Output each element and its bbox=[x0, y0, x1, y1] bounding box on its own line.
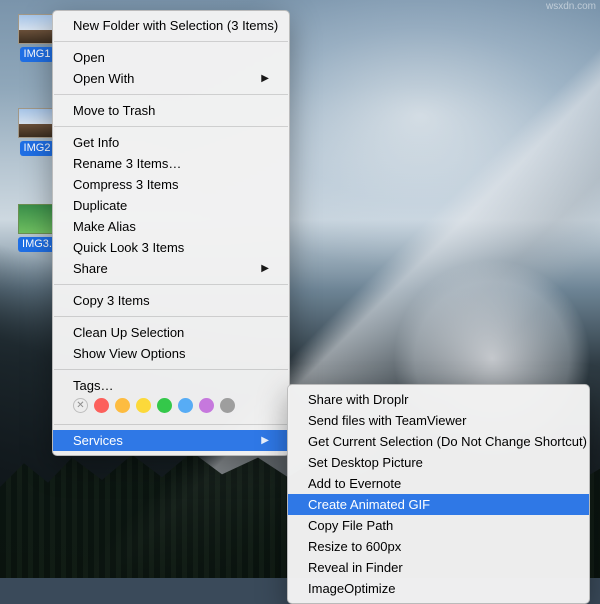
menu-item-label: Compress 3 Items bbox=[73, 176, 178, 193]
menu-compress[interactable]: Compress 3 Items bbox=[53, 174, 289, 195]
tag-purple[interactable] bbox=[199, 398, 214, 413]
chevron-right-icon: ▶ bbox=[261, 436, 269, 446]
menu-move-to-trash[interactable]: Move to Trash bbox=[53, 100, 289, 121]
menu-item-label: Add to Evernote bbox=[308, 475, 401, 492]
menu-rename[interactable]: Rename 3 Items… bbox=[53, 153, 289, 174]
menu-item-label: Move to Trash bbox=[73, 102, 155, 119]
menu-item-label: Clean Up Selection bbox=[73, 324, 184, 341]
tag-yellow[interactable] bbox=[136, 398, 151, 413]
menu-separator bbox=[54, 284, 288, 285]
menu-quick-look[interactable]: Quick Look 3 Items bbox=[53, 237, 289, 258]
tags-color-row: ✕ bbox=[53, 396, 289, 419]
menu-separator bbox=[54, 369, 288, 370]
menu-separator bbox=[54, 316, 288, 317]
menu-item-label: New Folder with Selection (3 Items) bbox=[73, 17, 278, 34]
services-share-droplr[interactable]: Share with Droplr bbox=[288, 389, 589, 410]
services-create-animated-gif[interactable]: Create Animated GIF bbox=[288, 494, 589, 515]
menu-separator bbox=[54, 126, 288, 127]
menu-item-label: Quick Look 3 Items bbox=[73, 239, 184, 256]
context-menu: New Folder with Selection (3 Items) Open… bbox=[52, 10, 290, 456]
menu-make-alias[interactable]: Make Alias bbox=[53, 216, 289, 237]
menu-item-label: Duplicate bbox=[73, 197, 127, 214]
menu-open[interactable]: Open bbox=[53, 47, 289, 68]
menu-item-label: Copy 3 Items bbox=[73, 292, 150, 309]
menu-item-label: Show View Options bbox=[73, 345, 186, 362]
file-label: IMG1 bbox=[20, 47, 55, 62]
services-send-teamviewer[interactable]: Send files with TeamViewer bbox=[288, 410, 589, 431]
menu-item-label: Resize to 600px bbox=[308, 538, 401, 555]
tag-gray[interactable] bbox=[220, 398, 235, 413]
services-copy-file-path[interactable]: Copy File Path bbox=[288, 515, 589, 536]
menu-item-label: Services bbox=[73, 432, 123, 449]
menu-show-view-options[interactable]: Show View Options bbox=[53, 343, 289, 364]
file-label: IMG3. bbox=[18, 237, 56, 252]
menu-item-label: Tags… bbox=[73, 377, 113, 394]
menu-tags[interactable]: Tags… bbox=[53, 375, 289, 396]
menu-item-label: Reveal in Finder bbox=[308, 559, 403, 576]
menu-item-label: Get Current Selection (Do Not Change Sho… bbox=[308, 433, 587, 450]
services-submenu: Share with Droplr Send files with TeamVi… bbox=[287, 384, 590, 604]
menu-item-label: Get Info bbox=[73, 134, 119, 151]
menu-item-label: Open bbox=[73, 49, 105, 66]
services-set-desktop-picture[interactable]: Set Desktop Picture bbox=[288, 452, 589, 473]
file-thumbnail bbox=[18, 14, 56, 44]
menu-item-label: Create Animated GIF bbox=[308, 496, 430, 513]
file-label: IMG2 bbox=[20, 141, 55, 156]
services-get-current-selection[interactable]: Get Current Selection (Do Not Change Sho… bbox=[288, 431, 589, 452]
menu-item-label: Make Alias bbox=[73, 218, 136, 235]
x-icon: ✕ bbox=[76, 401, 84, 411]
chevron-right-icon: ▶ bbox=[261, 74, 269, 84]
file-thumbnail bbox=[18, 204, 56, 234]
desktop-file-2[interactable]: IMG2 bbox=[18, 108, 56, 159]
menu-get-info[interactable]: Get Info bbox=[53, 132, 289, 153]
desktop-file-1[interactable]: IMG1 bbox=[18, 14, 56, 65]
file-thumbnail bbox=[18, 108, 56, 138]
services-reveal-finder[interactable]: Reveal in Finder bbox=[288, 557, 589, 578]
menu-separator bbox=[54, 424, 288, 425]
desktop-file-3[interactable]: IMG3. bbox=[18, 204, 56, 255]
menu-item-label: Rename 3 Items… bbox=[73, 155, 181, 172]
tag-blue[interactable] bbox=[178, 398, 193, 413]
menu-item-label: Set Desktop Picture bbox=[308, 454, 423, 471]
menu-item-label: Copy File Path bbox=[308, 517, 393, 534]
chevron-right-icon: ▶ bbox=[261, 264, 269, 274]
menu-item-label: Send files with TeamViewer bbox=[308, 412, 467, 429]
tag-orange[interactable] bbox=[115, 398, 130, 413]
menu-clean-up[interactable]: Clean Up Selection bbox=[53, 322, 289, 343]
tag-green[interactable] bbox=[157, 398, 172, 413]
tag-clear-icon[interactable]: ✕ bbox=[73, 398, 88, 413]
menu-services[interactable]: Services ▶ bbox=[53, 430, 289, 451]
menu-duplicate[interactable]: Duplicate bbox=[53, 195, 289, 216]
services-add-to-evernote[interactable]: Add to Evernote bbox=[288, 473, 589, 494]
menu-item-label: Open With bbox=[73, 70, 134, 87]
menu-copy[interactable]: Copy 3 Items bbox=[53, 290, 289, 311]
tag-red[interactable] bbox=[94, 398, 109, 413]
menu-new-folder[interactable]: New Folder with Selection (3 Items) bbox=[53, 15, 289, 36]
menu-separator bbox=[54, 94, 288, 95]
menu-separator bbox=[54, 41, 288, 42]
services-resize-600[interactable]: Resize to 600px bbox=[288, 536, 589, 557]
menu-share[interactable]: Share ▶ bbox=[53, 258, 289, 279]
menu-item-label: Share with Droplr bbox=[308, 391, 408, 408]
menu-open-with[interactable]: Open With ▶ bbox=[53, 68, 289, 89]
services-image-optimize[interactable]: ImageOptimize bbox=[288, 578, 589, 599]
watermark: wsxdn.com bbox=[546, 1, 596, 12]
menu-item-label: ImageOptimize bbox=[308, 580, 395, 597]
menu-item-label: Share bbox=[73, 260, 108, 277]
